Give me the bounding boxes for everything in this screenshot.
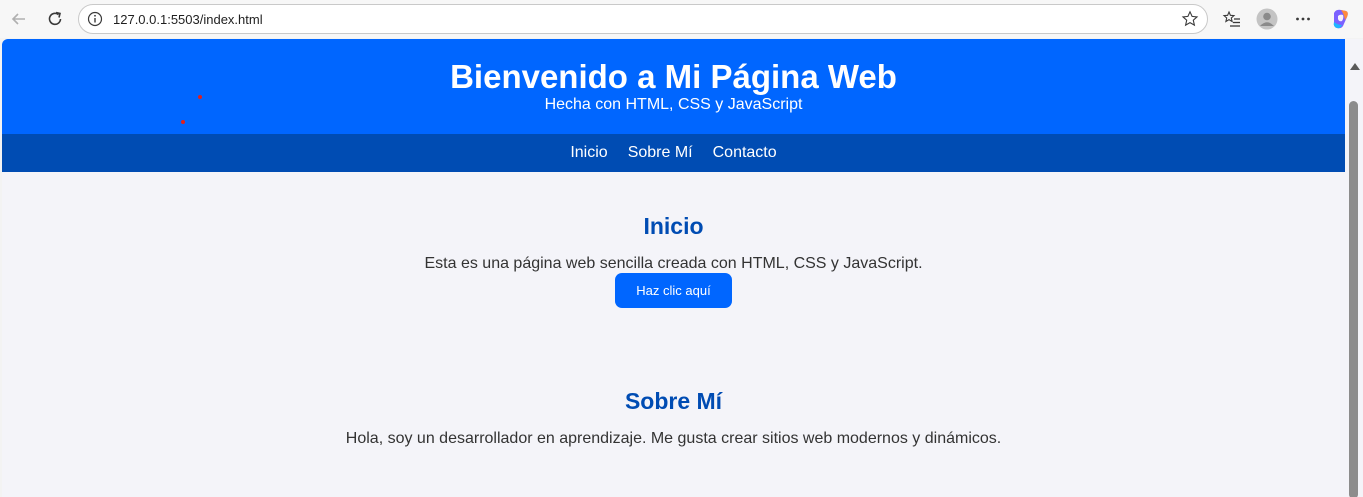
browser-toolbar: 127.0.0.1:5503/index.html (0, 0, 1363, 38)
scrollbar-thumb[interactable] (1349, 101, 1358, 497)
back-arrow-icon[interactable] (5, 5, 33, 33)
page-viewport: Bienvenido a Mi Página Web Hecha con HTM… (2, 39, 1345, 497)
address-bar[interactable]: 127.0.0.1:5503/index.html (78, 4, 1208, 34)
click-here-button[interactable]: Haz clic aquí (615, 273, 732, 308)
section-text: Esta es una página web sencilla creada c… (424, 255, 923, 272)
star-icon[interactable] (1181, 10, 1199, 28)
section-title: Sobre Mí (624, 388, 723, 414)
section-inicio: Inicio Esta es una página web sencilla c… (2, 39, 1345, 329)
profile-icon[interactable] (1256, 8, 1278, 30)
section-sobre-mi: Sobre Mí Hola, soy un desarrollador en a… (2, 379, 1345, 497)
vertical-scrollbar[interactable] (1345, 39, 1363, 497)
url-text[interactable]: 127.0.0.1:5503/index.html (113, 12, 263, 27)
more-icon[interactable] (1292, 8, 1314, 30)
section-title: Inicio (643, 213, 704, 239)
section-text: Hola, soy un desarrollador en aprendizaj… (345, 430, 1002, 447)
copilot-icon[interactable] (1330, 8, 1352, 30)
info-icon[interactable] (87, 11, 103, 27)
scroll-up-arrow-icon[interactable] (1350, 63, 1360, 70)
reload-icon[interactable] (41, 5, 69, 33)
favorites-icon[interactable] (1221, 8, 1243, 30)
